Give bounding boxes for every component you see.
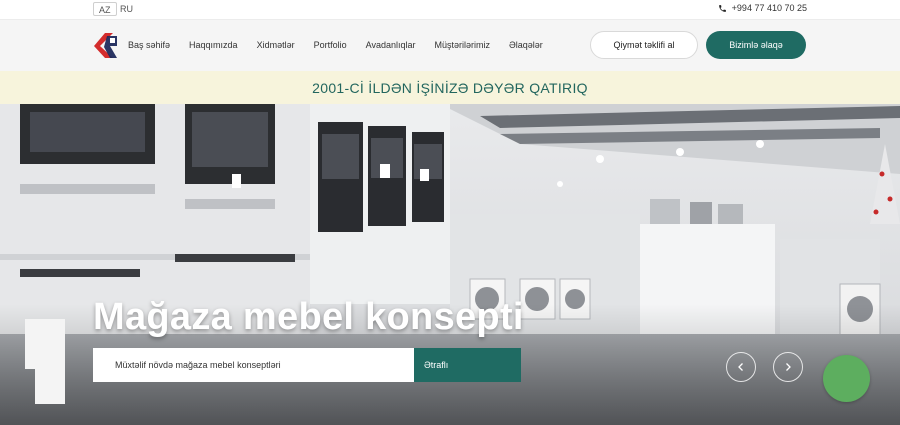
- nav-about[interactable]: Haqqımızda: [189, 40, 238, 50]
- main-nav: Baş səhifə Haqqımızda Xidmətlər Portfoli…: [128, 40, 562, 50]
- get-quote-button[interactable]: Qiymət təklifi al: [590, 31, 698, 59]
- hero-slider: Mağaza mebel konsepti Müxtəlif növdə mağ…: [0, 104, 900, 425]
- nav-clients[interactable]: Müştərilərimiz: [434, 40, 490, 50]
- nav-home[interactable]: Baş səhifə: [128, 40, 170, 50]
- slogan-band: 2001-Cİ İLDƏN İŞİNİZƏ DƏYƏR QATIRIQ: [0, 71, 900, 104]
- lang-ru[interactable]: RU: [115, 2, 138, 16]
- chevron-right-icon: [786, 363, 791, 371]
- lang-az[interactable]: AZ: [93, 2, 117, 16]
- nav-portfolio[interactable]: Portfolio: [314, 40, 347, 50]
- phone-link[interactable]: +994 77 410 70 25: [718, 3, 807, 13]
- nav-services[interactable]: Xidmətlər: [257, 40, 295, 50]
- chevron-left-icon: [738, 363, 743, 371]
- nav-equipment[interactable]: Avadanlıqlar: [366, 40, 416, 50]
- phone-icon: [718, 4, 726, 12]
- top-bar: AZ RU +994 77 410 70 25: [0, 0, 900, 19]
- main-header: Baş səhifə Haqqımızda Xidmətlər Portfoli…: [0, 19, 900, 71]
- chat-widget-icon[interactable]: [823, 355, 870, 402]
- hero-subtitle-box: Müxtəlif növdə mağaza mebel konseptləri: [93, 348, 414, 382]
- contact-us-button[interactable]: Bizimlə əlaqə: [706, 31, 806, 59]
- more-button[interactable]: Ətraflı: [414, 348, 521, 382]
- company-logo[interactable]: [93, 32, 119, 59]
- slogan-text: 2001-Cİ İLDƏN İŞİNİZƏ DƏYƏR QATIRIQ: [312, 79, 588, 96]
- slider-prev-button[interactable]: [726, 352, 756, 382]
- hero-title: Mağaza mebel konsepti: [93, 296, 524, 338]
- slider-next-button[interactable]: [773, 352, 803, 382]
- nav-contacts[interactable]: Əlaqələr: [509, 40, 543, 50]
- phone-number: +994 77 410 70 25: [731, 3, 807, 13]
